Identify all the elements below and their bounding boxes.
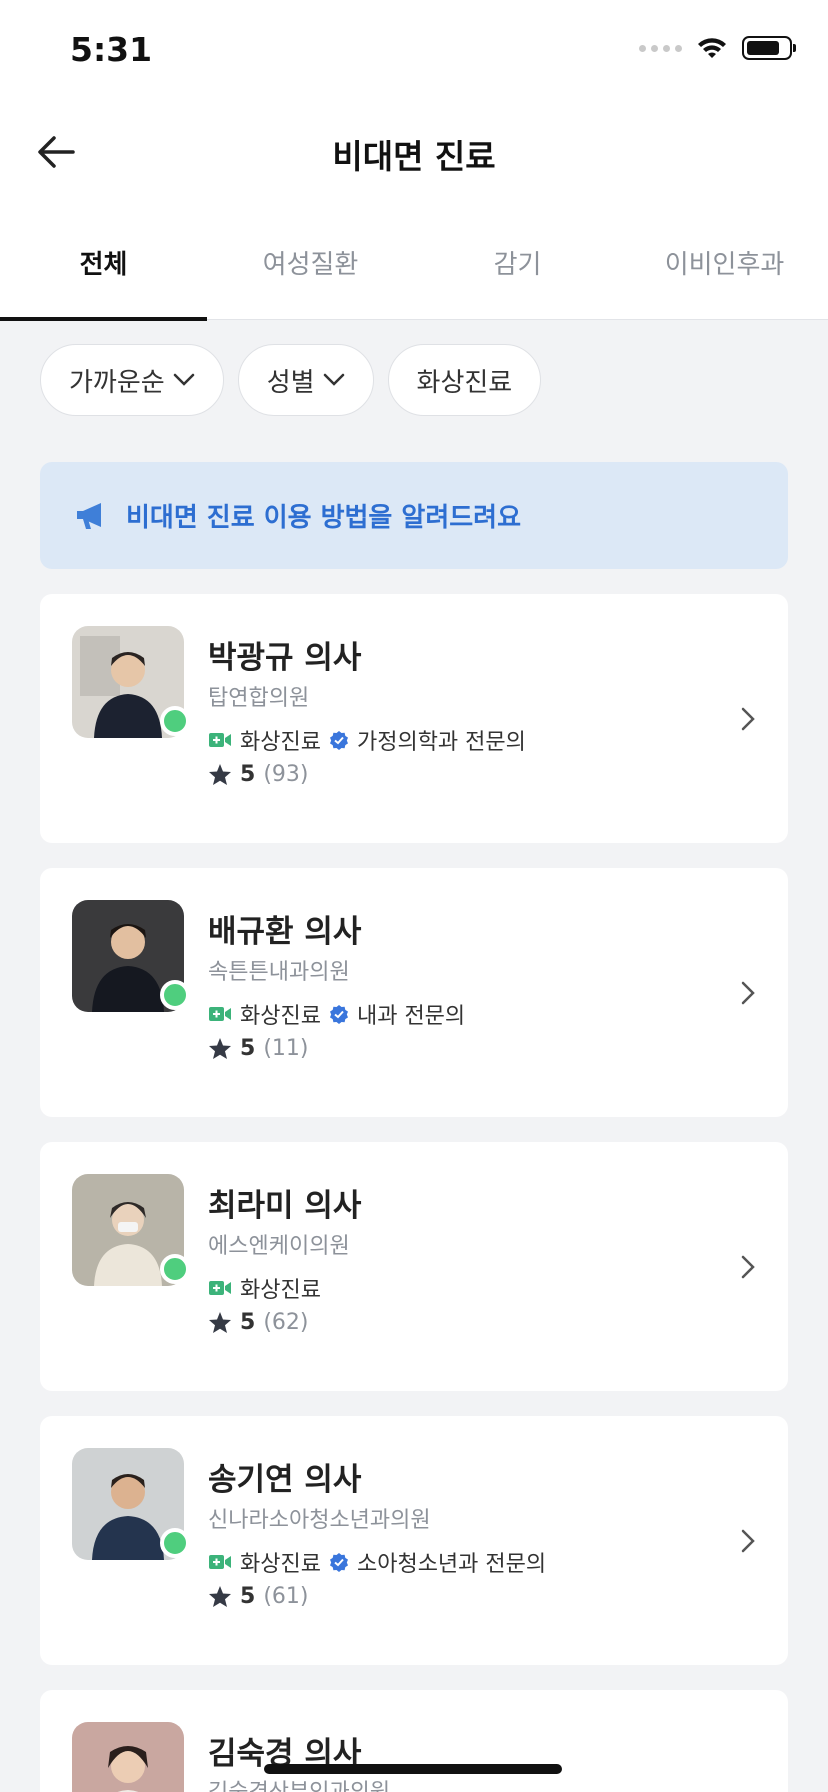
video-tag-label: 화상진료 bbox=[240, 730, 321, 755]
verified-badge-icon bbox=[329, 1553, 348, 1572]
sort-filter-chip[interactable]: 가까운순 bbox=[40, 344, 224, 416]
page-title: 비대면 진료 bbox=[332, 137, 496, 176]
doctor-rating: 5 (11) bbox=[208, 1036, 308, 1061]
review-count: (61) bbox=[263, 1584, 309, 1609]
doctor-card[interactable]: 박광규 의사 탑연합의원 화상진료 가정의학과 전문의 5 (93) bbox=[40, 594, 788, 843]
doctor-tags: 화상진료 내과 전문의 bbox=[208, 998, 465, 1030]
nav-bar: 비대면 진료 bbox=[0, 110, 828, 190]
video-camera-icon bbox=[209, 1007, 231, 1021]
tab-ent[interactable]: 이비인후과 bbox=[621, 222, 828, 320]
specialty-label: 내과 전문의 bbox=[356, 1004, 466, 1029]
doctor-name: 박광규 의사 bbox=[208, 640, 362, 676]
video-tag-label: 화상진료 bbox=[240, 1004, 321, 1029]
banner-text: 비대면 진료 이용 방법을 알려드려요 bbox=[126, 503, 522, 533]
review-count: (62) bbox=[263, 1310, 309, 1335]
clinic-name: 탑연합의원 bbox=[208, 686, 310, 711]
gender-filter-label: 성별 bbox=[266, 367, 315, 398]
star-icon bbox=[209, 764, 231, 785]
verified-badge-icon bbox=[329, 1005, 348, 1024]
verified-badge-icon bbox=[329, 731, 348, 750]
star-icon bbox=[209, 1586, 231, 1607]
star-icon bbox=[209, 1038, 231, 1059]
doctor-tags: 화상진료 가정의학과 전문의 bbox=[208, 724, 526, 756]
online-status-dot bbox=[160, 1528, 190, 1558]
review-count: (93) bbox=[263, 762, 309, 787]
clinic-name: 에스엔케이의원 bbox=[208, 1234, 350, 1259]
doctor-card[interactable]: 최라미 의사 에스엔케이의원 화상진료 5 (62) bbox=[40, 1142, 788, 1391]
star-icon bbox=[209, 1312, 231, 1333]
video-camera-icon bbox=[209, 1281, 231, 1295]
doctor-card[interactable]: 배규환 의사 속튼튼내과의원 화상진료 내과 전문의 5 (11) bbox=[40, 868, 788, 1117]
status-bar: 5:31 bbox=[0, 0, 828, 100]
wifi-icon bbox=[698, 38, 726, 58]
status-icons bbox=[639, 36, 796, 60]
doctor-tags: 화상진료 소아청소년과 전문의 bbox=[208, 1546, 546, 1578]
filter-bar: 가까운순 성별 화상진료 bbox=[40, 344, 542, 416]
chevron-right-icon bbox=[741, 981, 755, 1005]
doctor-rating: 5 (93) bbox=[208, 762, 308, 787]
status-time: 5:31 bbox=[70, 30, 153, 69]
gender-filter-chip[interactable]: 성별 bbox=[237, 344, 374, 416]
doctor-tags: 화상진료 bbox=[208, 1272, 321, 1304]
header-area: 5:31 비대면 진료 전체 여성질환 감기 이비인후과 bbox=[0, 0, 828, 321]
doctor-avatar bbox=[72, 1722, 184, 1792]
online-status-dot bbox=[160, 1254, 190, 1284]
category-tabs: 전체 여성질환 감기 이비인후과 bbox=[0, 222, 828, 321]
clinic-name: 김숙경산부인과의원 bbox=[208, 1774, 390, 1792]
video-camera-icon bbox=[209, 733, 231, 747]
video-tag-label: 화상진료 bbox=[240, 1278, 321, 1303]
doctor-name: 송기연 의사 bbox=[208, 1462, 362, 1498]
rating-score: 5 bbox=[240, 1036, 256, 1061]
rating-score: 5 bbox=[240, 1584, 256, 1609]
tab-cold[interactable]: 감기 bbox=[414, 222, 621, 320]
doctor-card[interactable]: 송기연 의사 신나라소아청소년과의원 화상진료 소아청소년과 전문의 5 (61… bbox=[40, 1416, 788, 1665]
tab-womens-health[interactable]: 여성질환 bbox=[207, 222, 414, 320]
rating-score: 5 bbox=[240, 1310, 256, 1335]
chevron-down-icon bbox=[173, 373, 194, 386]
clinic-name: 속튼튼내과의원 bbox=[208, 960, 350, 985]
video-filter-label: 화상진료 bbox=[416, 367, 513, 398]
specialty-label: 소아청소년과 전문의 bbox=[356, 1552, 547, 1577]
sort-filter-label: 가까운순 bbox=[69, 367, 165, 398]
doctor-card[interactable]: 김숙경 의사 김숙경산부인과의원 bbox=[40, 1690, 788, 1792]
video-camera-icon bbox=[209, 1555, 231, 1569]
video-filter-chip[interactable]: 화상진료 bbox=[387, 344, 542, 416]
video-tag-label: 화상진료 bbox=[240, 1552, 321, 1577]
signal-icon bbox=[639, 44, 682, 52]
specialty-label: 가정의학과 전문의 bbox=[356, 730, 526, 755]
guide-banner[interactable]: 비대면 진료 이용 방법을 알려드려요 bbox=[40, 462, 788, 569]
doctor-rating: 5 (62) bbox=[208, 1310, 308, 1335]
chevron-right-icon bbox=[741, 1255, 755, 1279]
chevron-right-icon bbox=[741, 707, 755, 731]
online-status-dot bbox=[160, 980, 190, 1010]
review-count: (11) bbox=[263, 1036, 309, 1061]
home-indicator bbox=[264, 1764, 562, 1774]
battery-icon bbox=[742, 36, 796, 60]
doctor-name: 배규환 의사 bbox=[208, 914, 362, 950]
megaphone-icon bbox=[77, 502, 101, 529]
chevron-right-icon bbox=[741, 1529, 755, 1553]
rating-score: 5 bbox=[240, 762, 256, 787]
clinic-name: 신나라소아청소년과의원 bbox=[208, 1508, 431, 1533]
online-status-dot bbox=[160, 706, 190, 736]
chevron-down-icon bbox=[323, 373, 344, 386]
tab-all[interactable]: 전체 bbox=[0, 222, 207, 321]
doctor-rating: 5 (61) bbox=[208, 1584, 308, 1609]
doctor-name: 최라미 의사 bbox=[208, 1188, 362, 1224]
